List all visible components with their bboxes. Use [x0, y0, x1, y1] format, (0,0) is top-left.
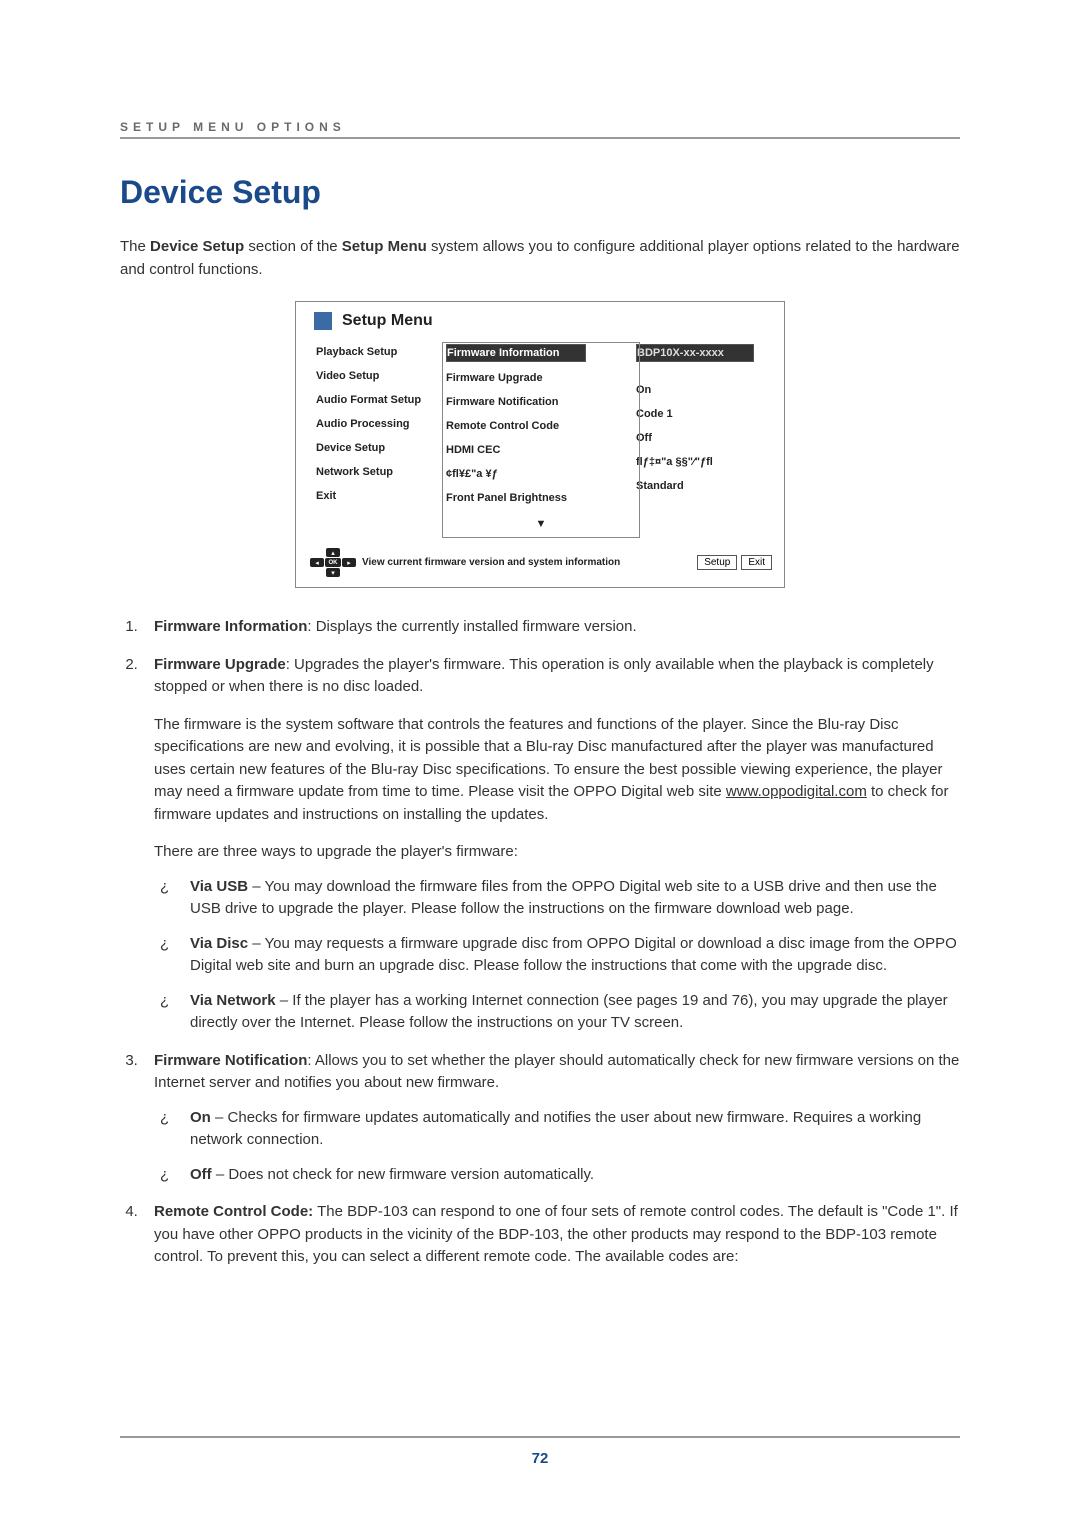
- menu-item-network[interactable]: Network Setup: [316, 464, 446, 480]
- item3-sublist: On – Checks for firmware updates automat…: [154, 1107, 960, 1187]
- list-item-1: Firmware Information: Displays the curre…: [142, 616, 960, 639]
- intro-paragraph: The Device Setup section of the Setup Me…: [120, 236, 960, 281]
- menu-val-brightness: Standard: [636, 478, 766, 494]
- list-item-4: Remote Control Code: The BDP-103 can res…: [142, 1201, 960, 1269]
- main-numbered-list: Firmware Information: Displays the curre…: [120, 616, 960, 1269]
- sub-on-t: – Checks for firmware updates automatica…: [190, 1109, 921, 1149]
- nav-down-icon: ▾: [326, 568, 340, 577]
- sub-off: Off – Does not check for new firmware ve…: [190, 1164, 960, 1187]
- sub-usb: Via USB – You may download the firmware …: [190, 876, 960, 921]
- sub-on: On – Checks for firmware updates automat…: [190, 1107, 960, 1152]
- menu-item-playback[interactable]: Playback Setup: [316, 344, 446, 360]
- sub-usb-t: – You may download the firmware files fr…: [190, 878, 937, 918]
- setup-menu-figure: Setup Menu Playback Setup Video Setup Au…: [120, 301, 960, 588]
- page-title: Device Setup: [120, 174, 960, 211]
- menu-val-hdmi-cec: Off: [636, 430, 766, 446]
- sub-network: Via Network – If the player has a workin…: [190, 990, 960, 1035]
- menu-val-garbled: flƒ‡¤"a §§"⁄"ƒfl: [636, 454, 766, 470]
- menu-item-video[interactable]: Video Setup: [316, 368, 446, 384]
- sub-off-b: Off: [190, 1166, 212, 1183]
- item3-title: Firmware Notification: [154, 1052, 307, 1069]
- sub-disc-b: Via Disc: [190, 935, 248, 952]
- menu-val-firmware-info: BDP10X-xx-xxxx: [636, 344, 754, 362]
- menu-nav-column: Playback Setup Video Setup Audio Format …: [316, 344, 446, 532]
- page-number: 72: [532, 1450, 549, 1467]
- menu-title: Setup Menu: [342, 312, 433, 330]
- sub-usb-b: Via USB: [190, 878, 248, 895]
- sub-off-t: – Does not check for new firmware versio…: [212, 1166, 594, 1183]
- menu-title-row: Setup Menu: [296, 302, 784, 338]
- menu-item-device[interactable]: Device Setup: [316, 440, 446, 456]
- menu-body: Playback Setup Video Setup Audio Format …: [296, 338, 784, 542]
- page-footer: 72: [120, 1436, 960, 1467]
- menu-values-column: BDP10X-xx-xxxx On Code 1 Off flƒ‡¤"a §§"…: [636, 344, 766, 532]
- document-page: SETUP MENU OPTIONS Device Setup The Devi…: [0, 0, 1080, 1344]
- menu-footer-right: Setup Exit: [697, 555, 772, 570]
- sub-disc-t: – You may requests a firmware upgrade di…: [190, 935, 957, 975]
- item2-p2: The firmware is the system software that…: [154, 714, 960, 827]
- menu-options-frame: [442, 342, 640, 538]
- menu-item-exit[interactable]: Exit: [316, 488, 446, 504]
- intro-pre: The: [120, 238, 150, 255]
- list-item-3: Firmware Notification: Allows you to set…: [142, 1050, 960, 1187]
- menu-val-empty: [636, 370, 766, 374]
- sub-disc: Via Disc – You may requests a firmware u…: [190, 933, 960, 978]
- oppo-link[interactable]: www.oppodigital.com: [726, 783, 867, 800]
- sub-network-b: Via Network: [190, 992, 276, 1009]
- nav-left-icon: ◂: [310, 558, 324, 567]
- item2-p3: There are three ways to upgrade the play…: [154, 841, 960, 864]
- nav-up-icon: ▴: [326, 548, 340, 557]
- sub-on-b: On: [190, 1109, 211, 1126]
- menu-color-square: [314, 312, 332, 330]
- nav-right-icon: ▸: [342, 558, 356, 567]
- item2-title: Firmware Upgrade: [154, 656, 286, 673]
- item4-title: Remote Control Code:: [154, 1203, 313, 1220]
- menu-footer: ▴ ◂OK▸ ▾ View current firmware version a…: [296, 542, 784, 587]
- item2-sublist: Via USB – You may download the firmware …: [154, 876, 960, 1035]
- menu-options-column: Firmware Information Firmware Upgrade Fi…: [446, 344, 636, 532]
- menu-item-audio-processing[interactable]: Audio Processing: [316, 416, 446, 432]
- menu-footer-left: ▴ ◂OK▸ ▾ View current firmware version a…: [310, 548, 620, 577]
- menu-help-text: View current firmware version and system…: [362, 557, 620, 568]
- nav-ok-icon: OK: [325, 558, 341, 567]
- item1-title: Firmware Information: [154, 618, 307, 635]
- intro-mid: section of the: [244, 238, 342, 255]
- menu-setup-button[interactable]: Setup: [697, 555, 737, 570]
- menu-val-notification: On: [636, 382, 766, 398]
- menu-item-audio-format[interactable]: Audio Format Setup: [316, 392, 446, 408]
- intro-b2: Setup Menu: [342, 238, 427, 255]
- setup-menu-window: Setup Menu Playback Setup Video Setup Au…: [295, 301, 785, 588]
- item1-text: : Displays the currently installed firmw…: [307, 618, 636, 635]
- menu-val-remote-code: Code 1: [636, 406, 766, 422]
- list-item-2: Firmware Upgrade: Upgrades the player's …: [142, 654, 960, 1035]
- sub-network-t: – If the player has a working Internet c…: [190, 992, 948, 1032]
- intro-b1: Device Setup: [150, 238, 244, 255]
- section-label: SETUP MENU OPTIONS: [120, 120, 960, 139]
- nav-dpad-icon: ▴ ◂OK▸ ▾: [310, 548, 356, 577]
- menu-exit-button[interactable]: Exit: [741, 555, 772, 570]
